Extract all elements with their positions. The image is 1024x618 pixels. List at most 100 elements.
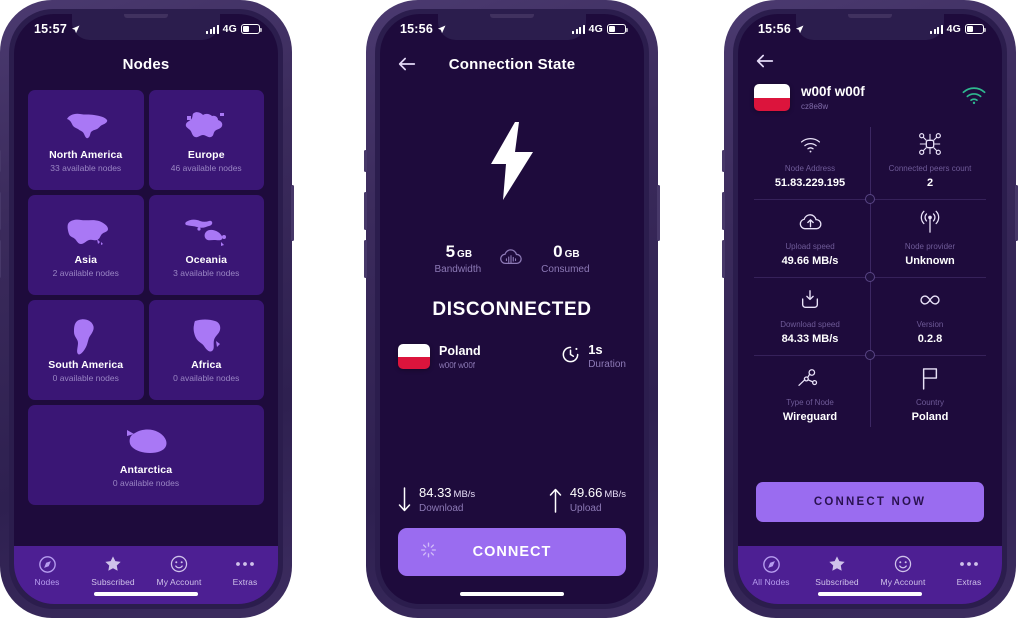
download-tray-icon xyxy=(799,287,821,313)
tab-subscribed[interactable]: Subscribed xyxy=(82,555,144,587)
silent-switch[interactable] xyxy=(364,150,367,172)
signal-bars-icon xyxy=(572,24,585,34)
phone-bezel: 15:56 4G w00f w00f cz8e8w Node Address 5… xyxy=(733,9,1007,609)
volume-up-button[interactable] xyxy=(722,192,725,230)
download-speed-label: Download xyxy=(419,503,464,514)
volume-up-button[interactable] xyxy=(0,192,1,230)
power-button[interactable] xyxy=(291,185,294,241)
continent-node-count: 33 available nodes xyxy=(50,163,122,173)
poland-flag-icon xyxy=(754,84,790,111)
arrow-left-icon[interactable] xyxy=(754,50,776,72)
connect-now-label: CONNECT NOW xyxy=(813,496,927,508)
stat-download-speed: Download speed 84.33 MB/s xyxy=(750,277,870,355)
continent-card-asia[interactable]: Asia 2 available nodes xyxy=(28,195,144,295)
power-button[interactable] xyxy=(657,185,660,241)
bandwidth-total-value: 5 GB xyxy=(444,243,472,260)
download-speed-unit: MB/s xyxy=(453,488,476,500)
battery-icon xyxy=(965,24,986,34)
smiley-icon xyxy=(894,555,912,573)
continent-node-count: 0 available nodes xyxy=(52,373,119,383)
connect-button[interactable]: CONNECT xyxy=(398,528,626,576)
ellipsis-icon xyxy=(959,555,979,573)
tab-extras[interactable]: Extras xyxy=(938,555,1000,587)
stat-value: 2 xyxy=(926,177,934,189)
tab-label: My Account xyxy=(156,577,202,587)
stat-label: Country xyxy=(915,398,944,407)
screen-connection-state: 15:56 4G Connection State 5 GB Bandwidth… xyxy=(380,14,644,604)
continent-name: Africa xyxy=(191,359,222,371)
phone-connection-state: 15:56 4G Connection State 5 GB Bandwidth… xyxy=(364,0,660,618)
stat-label: Node provider xyxy=(904,242,956,251)
continent-card-antarctica[interactable]: Antarctica 0 available nodes xyxy=(28,405,264,505)
page-title: Nodes xyxy=(122,55,170,73)
connect-button-label: CONNECT xyxy=(472,544,552,560)
continent-card-europe[interactable]: Europe 46 available nodes xyxy=(148,90,264,190)
node-header: w00f w00f cz8e8w xyxy=(738,78,1002,121)
home-indicator[interactable] xyxy=(818,591,922,596)
network-type: 4G xyxy=(222,23,237,35)
stat-value: Unknown xyxy=(905,255,955,267)
volume-down-button[interactable] xyxy=(0,240,1,278)
node-id: cz8e8w xyxy=(801,102,829,111)
continent-name: Oceania xyxy=(185,254,228,266)
battery-icon xyxy=(607,24,628,34)
connect-now-button[interactable]: CONNECT NOW xyxy=(756,482,984,522)
tab-extras[interactable]: Extras xyxy=(214,555,276,587)
tab-my-account[interactable]: My Account xyxy=(148,555,210,587)
tab-label: Subscribed xyxy=(91,577,135,587)
continent-node-count: 3 available nodes xyxy=(173,268,240,278)
volume-up-button[interactable] xyxy=(364,192,367,230)
status-bar-right: 4G xyxy=(572,23,628,35)
clock-icon xyxy=(560,344,581,370)
map-north-america-icon xyxy=(63,107,109,147)
signal-bars-icon xyxy=(206,24,219,34)
status-time: 15:57 xyxy=(34,22,67,36)
status-bar-right: 4G xyxy=(930,23,986,35)
stat-type-of-node: Type of Node Wireguard xyxy=(750,355,870,433)
upload-speed-value: 49.66 xyxy=(569,484,603,500)
home-indicator[interactable] xyxy=(460,591,564,596)
continent-card-north-america[interactable]: North America 33 available nodes xyxy=(28,90,144,190)
country-name: Poland xyxy=(439,343,481,358)
arrow-left-icon[interactable] xyxy=(396,53,418,75)
continent-card-oceania[interactable]: Oceania 3 available nodes xyxy=(148,195,264,295)
screenshot-stage: 15:57 4G Nodes North America 33 availabl… xyxy=(0,0,1024,618)
continent-name: Europe xyxy=(187,149,225,161)
continent-name: Antarctica xyxy=(119,464,173,476)
stat-value: 51.83.229.195 xyxy=(774,177,846,189)
node-details-header xyxy=(738,44,1002,78)
wifi-icon xyxy=(962,86,986,110)
continent-name: South America xyxy=(48,359,124,371)
tab-my-account[interactable]: My Account xyxy=(872,555,934,587)
silent-switch[interactable] xyxy=(0,150,1,172)
continent-node-count: 2 available nodes xyxy=(52,268,119,278)
duration-block: 1s Duration xyxy=(560,343,626,370)
continent-card-africa[interactable]: Africa 0 available nodes xyxy=(148,300,264,400)
upload-speed-label: Upload xyxy=(569,503,602,514)
battery-icon xyxy=(241,24,262,34)
bandwidth-consumed-number: 0 xyxy=(553,242,563,261)
download-speed: 84.33 MB/s Download xyxy=(398,486,476,514)
tab-nodes[interactable]: Nodes xyxy=(16,555,78,587)
nodes-body: North America 33 available nodes Europe … xyxy=(14,84,278,546)
silent-switch[interactable] xyxy=(722,150,725,172)
nodes-header: Nodes xyxy=(14,44,278,84)
volume-down-button[interactable] xyxy=(364,240,367,278)
connection-body: 5 GB Bandwidth 0 GB Consumed DISCONNECTED xyxy=(380,84,644,604)
selected-country[interactable]: Poland w00f w00f xyxy=(398,344,481,370)
volume-down-button[interactable] xyxy=(722,240,725,278)
stat-upload-speed: Upload speed 49.66 MB/s xyxy=(750,199,870,277)
tab-all-nodes[interactable]: All Nodes xyxy=(740,555,802,587)
stat-value: Poland xyxy=(911,411,949,423)
continent-card-south-america[interactable]: South America 0 available nodes xyxy=(28,300,144,400)
power-button[interactable] xyxy=(1015,185,1018,241)
connection-header: Connection State xyxy=(380,44,644,84)
home-indicator[interactable] xyxy=(94,591,198,596)
location-arrow-icon xyxy=(795,25,804,33)
lightning-bolt-icon xyxy=(485,122,539,205)
tab-subscribed[interactable]: Subscribed xyxy=(806,555,868,587)
tab-label: Extras xyxy=(232,577,258,587)
tab-label: Nodes xyxy=(34,577,60,587)
map-south-america-icon xyxy=(71,317,101,357)
phone-bezel: 15:57 4G Nodes North America 33 availabl… xyxy=(9,9,283,609)
